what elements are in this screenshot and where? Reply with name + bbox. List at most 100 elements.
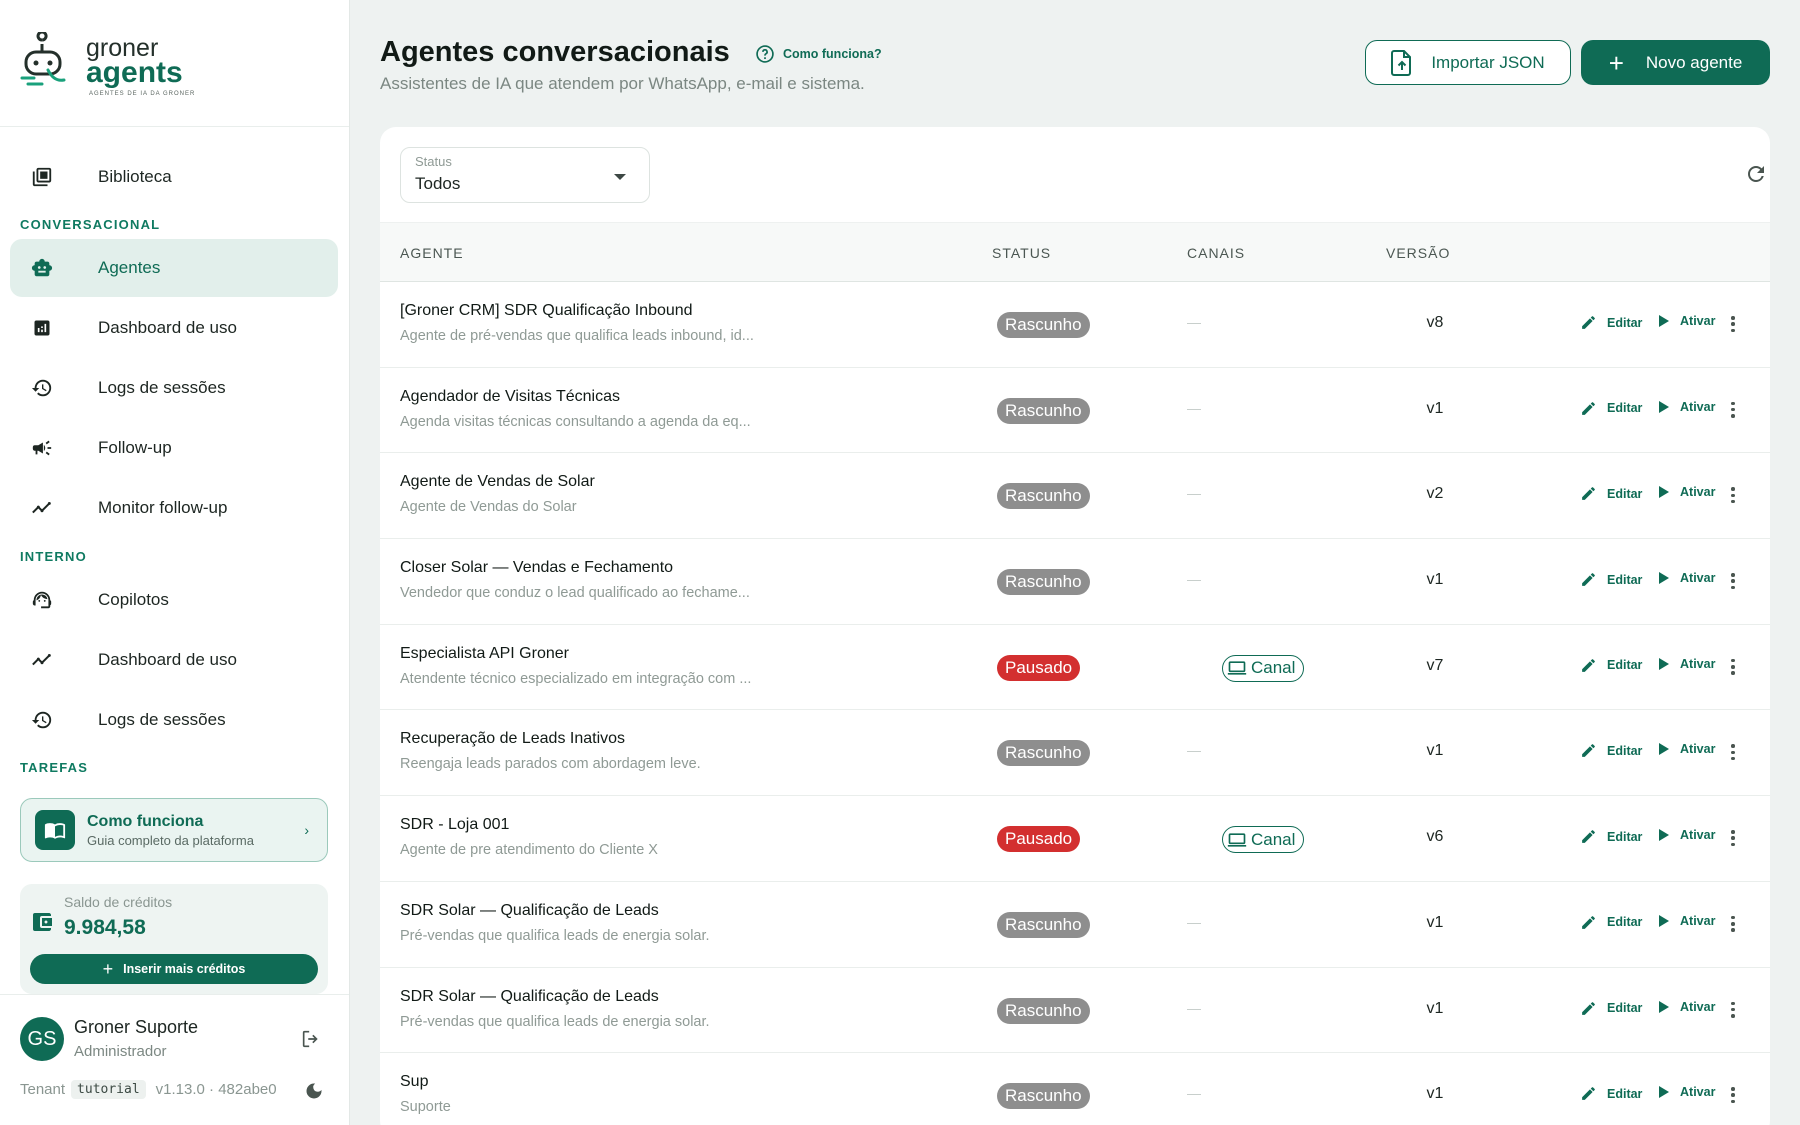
edit-button[interactable]: Editar: [1580, 1000, 1642, 1017]
table-row[interactable]: Especialista API Groner Atendente técnic…: [380, 625, 1770, 711]
activate-button[interactable]: Ativar: [1658, 914, 1715, 928]
pencil-icon: [1582, 744, 1595, 758]
column-status[interactable]: STATUS: [992, 245, 1051, 261]
more-options-icon[interactable]: [1726, 313, 1740, 335]
table-row[interactable]: Recuperação de Leads Inativos Reengaja l…: [380, 710, 1770, 797]
table-row[interactable]: Agente de Vendas de Solar Agente de Vend…: [380, 453, 1770, 540]
play-icon: [1659, 743, 1669, 756]
sidebar-item-label: Follow-up: [98, 438, 172, 457]
agent-name[interactable]: Recuperação de Leads Inativos: [400, 730, 625, 748]
edit-button[interactable]: Editar: [1580, 742, 1642, 759]
more-options-icon[interactable]: [1726, 913, 1740, 935]
play-icon: [1659, 829, 1669, 842]
wallet-icon: [30, 910, 54, 939]
no-channel-dash: —: [1187, 999, 1201, 1016]
table-row[interactable]: Closer Solar — Vendas e Fechamento Vende…: [380, 539, 1770, 625]
activate-button[interactable]: Ativar: [1658, 571, 1715, 585]
activate-button[interactable]: Ativar: [1658, 1000, 1715, 1014]
column-agent[interactable]: AGENTE: [400, 245, 464, 261]
status-filter-value: Todos: [415, 174, 461, 193]
agent-version: v1: [1426, 999, 1444, 1017]
edit-label: Editar: [1607, 1086, 1643, 1101]
more-options-icon[interactable]: [1726, 827, 1740, 849]
add-credits-button[interactable]: + Inserir mais créditos: [30, 954, 318, 984]
sidebar-item-internal-usage-dashboard[interactable]: Dashboard de uso: [10, 631, 338, 689]
help-card-subtitle: Guia completo da plataforma: [87, 832, 254, 848]
edit-button[interactable]: Editar: [1580, 485, 1642, 502]
more-options-icon[interactable]: [1726, 1084, 1740, 1106]
activate-button[interactable]: Ativar: [1658, 657, 1715, 671]
import-json-button[interactable]: Importar JSON: [1365, 40, 1571, 85]
activate-button[interactable]: Ativar: [1658, 1085, 1715, 1099]
pencil-icon: [1582, 1001, 1595, 1015]
brand-logo[interactable]: groner agents AGENTES DE IA DA GRONER: [20, 28, 320, 98]
dark-mode-icon[interactable]: [304, 1081, 324, 1106]
agent-name[interactable]: Sup: [400, 1073, 428, 1091]
tenant-info: Tenant tutorial v1.13.0 · 482abe0: [20, 1080, 277, 1099]
plus-icon: +: [1608, 47, 1624, 78]
edit-label: Editar: [1607, 915, 1643, 930]
sidebar-item-internal-session-logs[interactable]: Logs de sessões: [10, 691, 338, 749]
column-channels[interactable]: CANAIS: [1187, 245, 1245, 261]
agent-description: Pré-vendas que qualifica leads de energi…: [400, 927, 710, 944]
more-options-icon[interactable]: [1726, 399, 1740, 421]
agent-name[interactable]: SDR - Loja 001: [400, 816, 509, 834]
agent-name[interactable]: Agendador de Visitas Técnicas: [400, 388, 620, 406]
agent-name[interactable]: Especialista API Groner: [400, 645, 569, 663]
agent-description: Pré-vendas que qualifica leads de energi…: [400, 1013, 710, 1030]
agent-name[interactable]: SDR Solar — Qualificação de Leads: [400, 902, 659, 920]
edit-button[interactable]: Editar: [1580, 828, 1642, 845]
activate-button[interactable]: Ativar: [1658, 742, 1715, 756]
agent-name[interactable]: SDR Solar — Qualificação de Leads: [400, 988, 659, 1006]
agent-version: v2: [1426, 485, 1444, 503]
play-icon: [1659, 315, 1669, 327]
activate-button[interactable]: Ativar: [1658, 400, 1715, 414]
how-it-works-label: Como funciona?: [783, 47, 882, 61]
table-row[interactable]: Sup Suporte Rascunho — v1 Editar Ativar: [380, 1053, 1770, 1125]
edit-button[interactable]: Editar: [1580, 1085, 1642, 1102]
table-row[interactable]: SDR Solar — Qualificação de Leads Pré-ve…: [380, 968, 1770, 1054]
more-options-icon[interactable]: [1726, 570, 1740, 592]
more-options-icon[interactable]: [1726, 741, 1740, 763]
table-row[interactable]: Agendador de Visitas Técnicas Agenda vis…: [380, 368, 1770, 454]
status-filter-select[interactable]: Status Todos: [400, 147, 650, 203]
sidebar-item-session-logs[interactable]: Logs de sessões: [10, 359, 338, 417]
agent-name[interactable]: Agente de Vendas de Solar: [400, 473, 595, 491]
agent-name[interactable]: Closer Solar — Vendas e Fechamento: [400, 559, 673, 577]
new-agent-button[interactable]: + Novo agente: [1581, 40, 1770, 85]
edit-button[interactable]: Editar: [1580, 657, 1642, 674]
channel-label: Canal: [1251, 658, 1296, 678]
more-options-icon[interactable]: [1726, 484, 1740, 506]
more-options-icon[interactable]: [1726, 656, 1740, 678]
refresh-icon[interactable]: [1744, 162, 1768, 191]
more-options-icon[interactable]: [1726, 999, 1740, 1021]
sidebar-item-usage-dashboard[interactable]: Dashboard de uso: [10, 299, 338, 357]
sidebar-item-follow-up[interactable]: Follow-up: [10, 419, 338, 477]
activate-button[interactable]: Ativar: [1658, 314, 1715, 328]
how-it-works-link[interactable]: Como funciona?: [755, 44, 882, 64]
activate-button[interactable]: Ativar: [1658, 828, 1715, 842]
trend-icon: [16, 649, 68, 671]
edit-button[interactable]: Editar: [1580, 400, 1642, 417]
edit-button[interactable]: Editar: [1580, 571, 1642, 588]
agent-name[interactable]: [Groner CRM] SDR Qualificação Inbound: [400, 302, 693, 320]
table-row[interactable]: [Groner CRM] SDR Qualificação Inbound Ag…: [380, 282, 1770, 368]
table-row[interactable]: SDR Solar — Qualificação de Leads Pré-ve…: [380, 882, 1770, 968]
edit-button[interactable]: Editar: [1580, 914, 1642, 931]
activate-button[interactable]: Ativar: [1658, 485, 1715, 499]
pencil-icon: [1582, 658, 1595, 672]
column-version[interactable]: VERSÃO: [1386, 245, 1450, 261]
edit-button[interactable]: Editar: [1580, 314, 1642, 331]
table-row[interactable]: SDR - Loja 001 Agente de pre atendimento…: [380, 796, 1770, 882]
how-it-works-card[interactable]: Como funciona Guia completo da plataform…: [20, 798, 328, 862]
section-internal: INTERNO: [20, 549, 87, 564]
sidebar-item-agents[interactable]: Agentes: [10, 239, 338, 297]
logout-icon[interactable]: [300, 1028, 322, 1055]
pencil-icon: [1582, 830, 1595, 843]
sidebar-item-follow-up-monitor[interactable]: Monitor follow-up: [10, 479, 338, 537]
credits-panel: Saldo de créditos 9.984,58 + Inserir mai…: [20, 884, 328, 994]
sidebar-item-library[interactable]: Biblioteca: [10, 148, 338, 206]
avatar[interactable]: GS: [20, 1017, 64, 1061]
edit-label: Editar: [1607, 829, 1643, 844]
sidebar-item-copilots[interactable]: Copilotos: [10, 571, 338, 629]
